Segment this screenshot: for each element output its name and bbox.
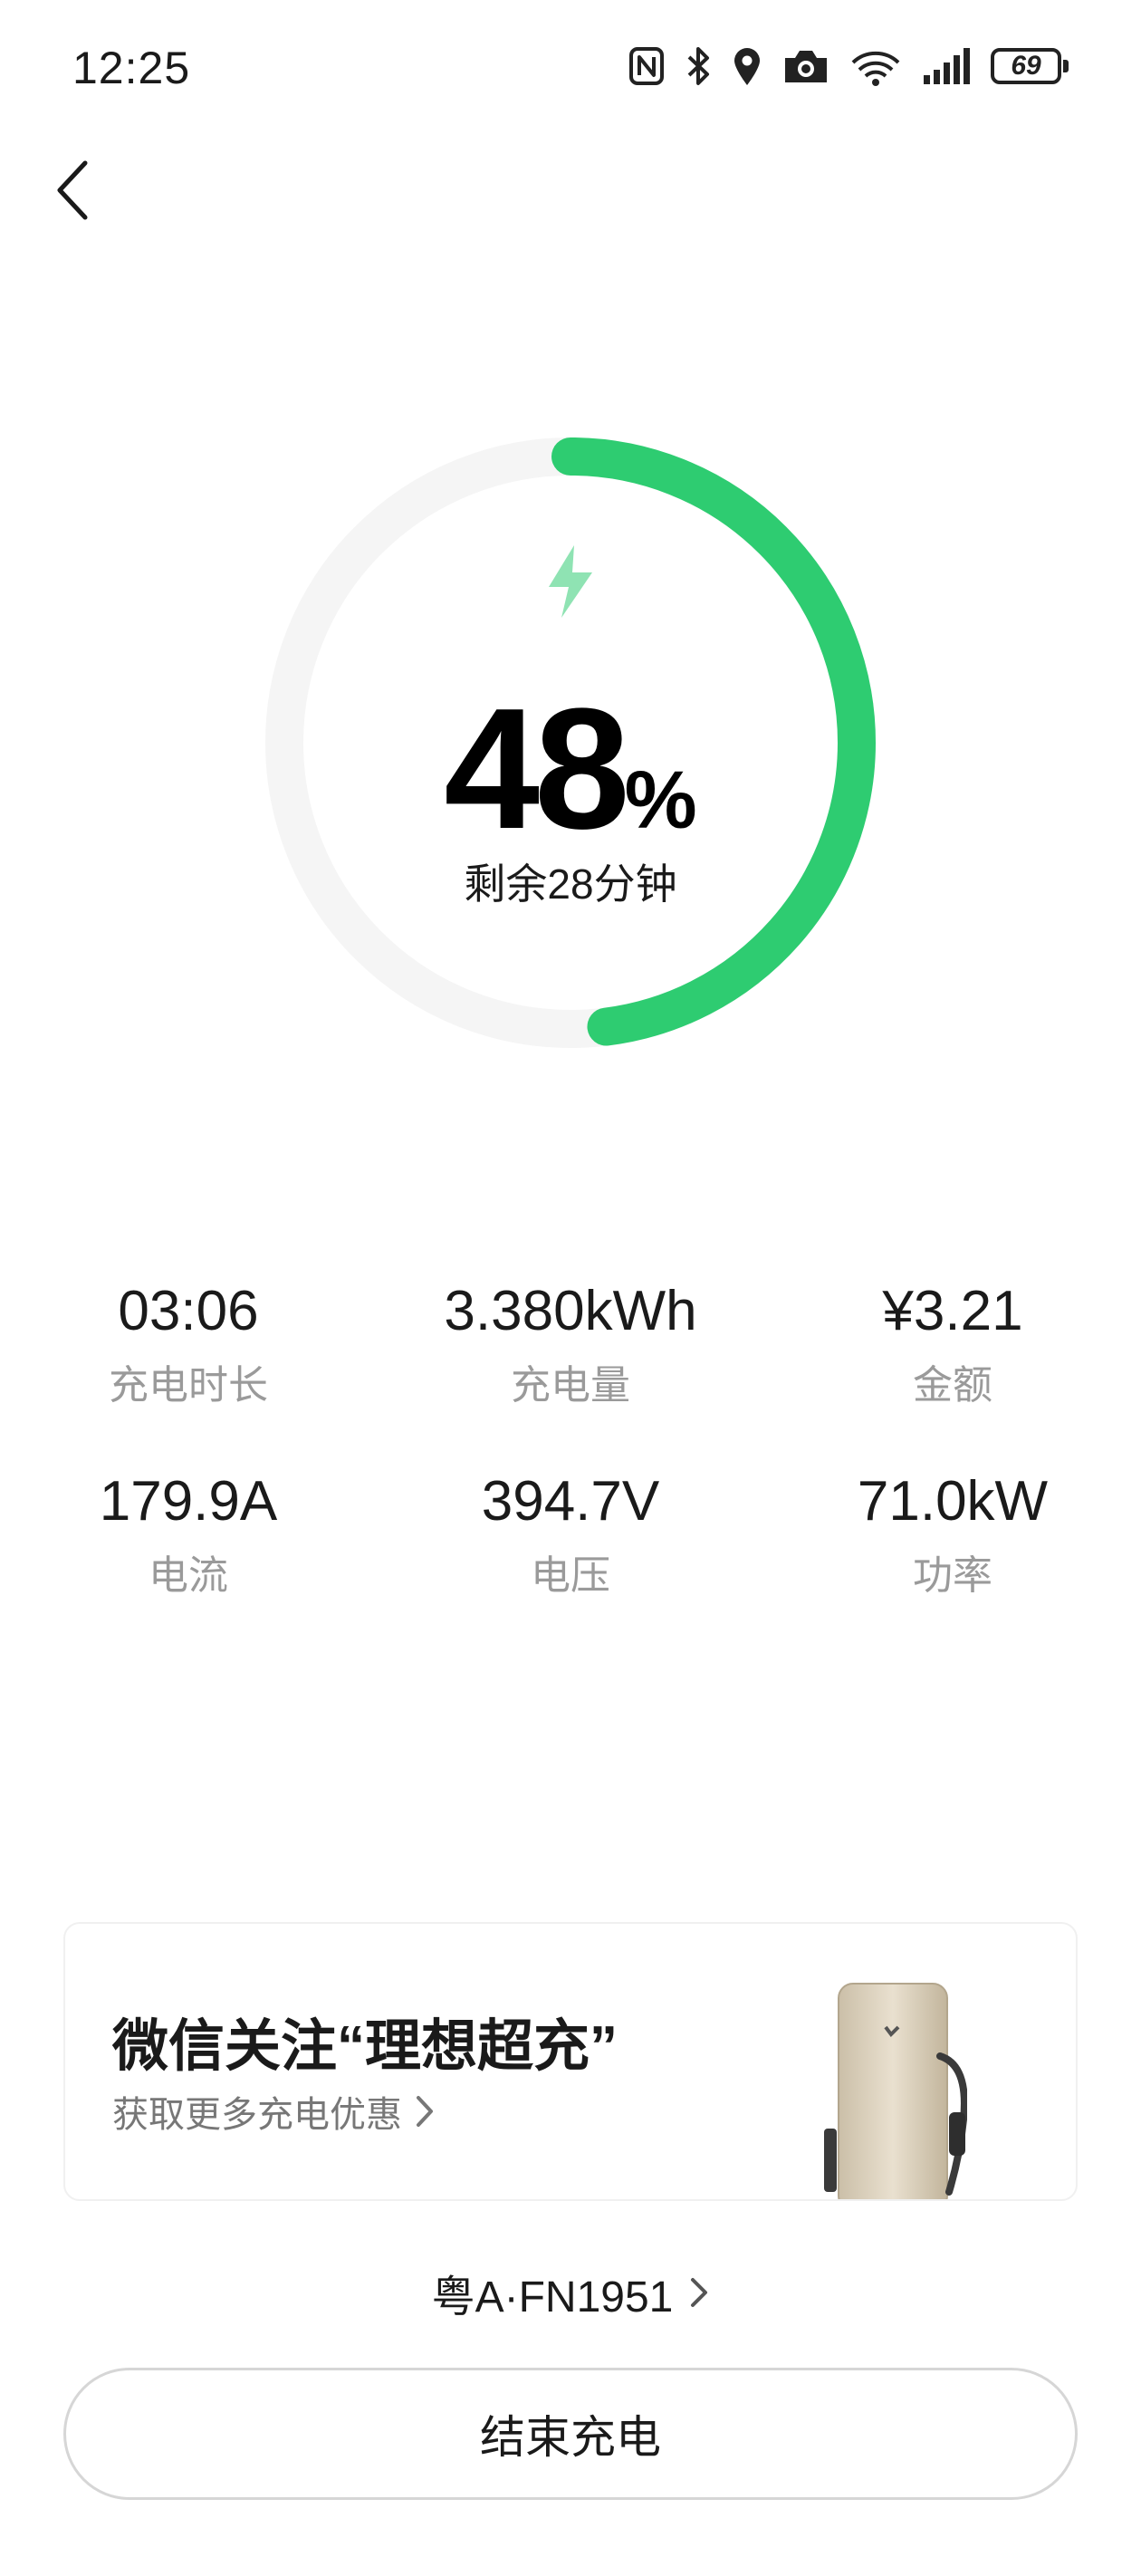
- back-button[interactable]: [43, 152, 101, 228]
- chevron-left-icon: [57, 160, 88, 220]
- stat-label: 充电时长: [109, 1363, 268, 1408]
- camera-icon: [785, 51, 827, 82]
- chevron-right-icon: [691, 2278, 708, 2307]
- charge-percentage: 48%: [0, 670, 1141, 868]
- stat-value: 03:06: [118, 1280, 259, 1342]
- charger-illustration: [824, 1983, 967, 2199]
- promo-title: 微信关注“理想超充”: [112, 2015, 618, 2078]
- percent-value: 48: [444, 673, 629, 865]
- stat-label: 功率: [913, 1553, 992, 1598]
- stat-value: 3.380kWh: [444, 1280, 697, 1342]
- lightning-icon: [549, 545, 592, 618]
- stat-power: 71.0kW 功率: [799, 1469, 1107, 1600]
- stat-value: 179.9A: [99, 1470, 278, 1533]
- wechat-promo-card[interactable]: 微信关注“理想超充” 获取更多充电优惠: [63, 1922, 1078, 2201]
- end-charging-button[interactable]: 结束充电: [63, 2368, 1078, 2500]
- stat-value: 394.7V: [481, 1470, 660, 1533]
- stat-value: ¥3.21: [882, 1280, 1023, 1342]
- stat-voltage: 394.7V 电压: [417, 1469, 724, 1600]
- battery-level: 69: [991, 48, 1061, 84]
- stat-energy: 3.380kWh 充电量: [417, 1279, 724, 1410]
- vehicle-plate-row[interactable]: 粤A·FN1951: [0, 2261, 1141, 2324]
- status-icons: 69: [628, 45, 1069, 87]
- nfc-icon: [629, 47, 664, 85]
- battery-icon: 69: [991, 48, 1069, 84]
- stat-current: 179.9A 电流: [34, 1469, 342, 1600]
- wifi-icon: [851, 51, 900, 86]
- signal-icon: [924, 48, 970, 84]
- stat-label: 电压: [531, 1553, 610, 1598]
- stat-label: 金额: [913, 1363, 992, 1408]
- stat-value: 71.0kW: [857, 1470, 1049, 1533]
- stat-amount: ¥3.21 金额: [799, 1279, 1107, 1410]
- status-time: 12:25: [72, 43, 191, 93]
- promo-subtitle-link[interactable]: 获取更多充电优惠: [112, 2085, 435, 2138]
- location-icon: [734, 48, 760, 85]
- stat-label: 电流: [149, 1553, 228, 1598]
- stat-label: 充电量: [511, 1363, 630, 1408]
- vehicle-plate: 粤A·FN1951: [431, 2273, 674, 2321]
- stat-duration: 03:06 充电时长: [34, 1279, 342, 1410]
- promo-subtitle: 获取更多充电优惠: [112, 2095, 402, 2135]
- remaining-time: 剩余28分钟: [464, 860, 677, 908]
- chevron-right-icon: [417, 2096, 433, 2127]
- percent-sign: %: [624, 755, 697, 846]
- bluetooth-icon: [687, 47, 709, 85]
